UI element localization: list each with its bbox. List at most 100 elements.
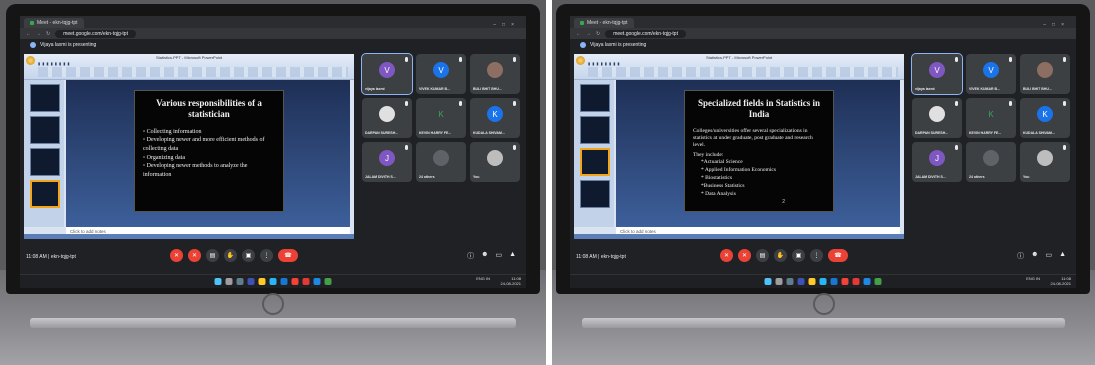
info-icon[interactable]: ⓘ (1017, 251, 1024, 261)
office-icon[interactable] (302, 278, 310, 285)
slide-thumbnail[interactable] (580, 180, 610, 208)
chat-icon[interactable]: ▭ (495, 251, 502, 261)
slide-canvas: Specialized fields in Statistics in Indi… (616, 80, 900, 227)
task-view-icon[interactable] (236, 278, 244, 285)
participant-tile-self[interactable]: You (470, 142, 520, 182)
participant-tile-others[interactable]: 24 others (966, 142, 1016, 182)
slide-thumbnail[interactable] (30, 148, 60, 176)
search-icon[interactable] (775, 278, 783, 285)
office-button[interactable] (576, 56, 585, 65)
participant-tile[interactable]: DARPAN SURESH... (362, 98, 412, 138)
task-view-icon[interactable] (786, 278, 794, 285)
ribbon-tabs[interactable]: ▮▮▮▮▮▮▮▮ (588, 61, 622, 66)
edge-icon[interactable] (819, 278, 827, 285)
excel-icon[interactable] (324, 278, 332, 285)
search-icon[interactable] (225, 278, 233, 285)
participant-tile[interactable]: Vvijaya laxmi (911, 53, 963, 95)
raise-hand-button[interactable]: ✋ (224, 249, 237, 262)
slide-bullet: Collecting information (143, 128, 275, 137)
more-options-button[interactable]: ⋮ (260, 249, 273, 262)
mic-toggle-button[interactable]: ✕ (720, 249, 733, 262)
slide-thumbnail[interactable] (30, 116, 60, 144)
participant-tile[interactable]: Vvijaya laxmi (361, 53, 413, 95)
participant-tile[interactable]: V VIVEK KUMAR B... (416, 54, 466, 94)
activities-icon[interactable]: ▲ (1059, 251, 1066, 261)
word-icon[interactable] (863, 278, 871, 285)
file-explorer-icon[interactable] (808, 278, 816, 285)
widgets-icon[interactable] (797, 278, 805, 285)
participant-tile[interactable]: K KUDALA SHIVAM... (470, 98, 520, 138)
camera-toggle-button[interactable]: ✕ (188, 249, 201, 262)
taskbar-clock[interactable]: 11:08 24-08-2021 (501, 276, 521, 287)
slide-thumbnail[interactable] (580, 116, 610, 144)
back-icon[interactable]: ← (576, 31, 581, 37)
reload-icon[interactable]: ↻ (596, 31, 600, 37)
file-explorer-icon[interactable] (258, 278, 266, 285)
language-indicator[interactable]: ENG IN (1026, 276, 1040, 282)
language-indicator[interactable]: ENG IN (476, 276, 490, 282)
slide-thumbnail-selected[interactable] (30, 180, 60, 208)
captions-button[interactable]: ▤ (206, 249, 219, 262)
end-call-button[interactable]: ☎ (278, 249, 298, 262)
window-controls[interactable]: –□× (1043, 22, 1076, 28)
slide-thumbnail[interactable] (580, 84, 610, 112)
participant-tile[interactable]: BULI BHIT BHU... (470, 54, 520, 94)
participant-tile[interactable]: DARPAN SURESH... (912, 98, 962, 138)
store-icon[interactable] (830, 278, 838, 285)
present-button[interactable]: ▣ (792, 249, 805, 262)
participant-tile[interactable]: J JALAM DIVITH S... (912, 142, 962, 182)
mic-toggle-button[interactable]: ✕ (170, 249, 183, 262)
chat-icon[interactable]: ▭ (1045, 251, 1052, 261)
slide[interactable]: Various responsibilities of a statistici… (134, 90, 284, 212)
info-icon[interactable]: ⓘ (467, 251, 474, 261)
browser-tab[interactable]: Meet - ekn-tqjg-tpt (574, 18, 634, 28)
ribbon-tools[interactable] (588, 67, 898, 77)
participant-tile-others[interactable]: 24 others (416, 142, 466, 182)
office-icon[interactable] (852, 278, 860, 285)
people-icon[interactable]: ☻ (1031, 251, 1038, 261)
participant-tile[interactable]: K KEVIN HARRY FE... (966, 98, 1016, 138)
captions-button[interactable]: ▤ (756, 249, 769, 262)
back-icon[interactable]: ← (26, 31, 31, 37)
word-icon[interactable] (313, 278, 321, 285)
camera-toggle-button[interactable]: ✕ (738, 249, 751, 262)
people-icon[interactable]: ☻ (481, 251, 488, 261)
taskbar-clock[interactable]: 11:08 24-08-2021 (1051, 276, 1071, 287)
forward-icon[interactable]: → (36, 31, 41, 37)
ribbon: Statistics.PPT - Microsoft PowerPoint ▮▮… (574, 54, 904, 80)
participant-tile[interactable]: J JALAM DIVITH S... (362, 142, 412, 182)
chrome-icon[interactable] (841, 278, 849, 285)
widgets-icon[interactable] (247, 278, 255, 285)
activities-icon[interactable]: ▲ (509, 251, 516, 261)
participant-tile-self[interactable]: You (1020, 142, 1070, 182)
browser-tab[interactable]: Meet - ekn-tqjg-tpt (24, 18, 84, 28)
participant-tile[interactable]: V VIVEK KUMAR B... (966, 54, 1016, 94)
office-button[interactable] (26, 56, 35, 65)
ribbon-tabs[interactable]: ▮▮▮▮▮▮▮▮ (38, 61, 72, 66)
window-controls[interactable]: –□× (493, 22, 526, 28)
avatar (1037, 150, 1053, 166)
url-input[interactable]: meet.google.com/ekn-tqjg-tpt (605, 29, 686, 38)
forward-icon[interactable]: → (586, 31, 591, 37)
avatar: V (379, 62, 395, 78)
url-input[interactable]: meet.google.com/ekn-tqjg-tpt (55, 29, 136, 38)
slide-thumbnail[interactable] (30, 84, 60, 112)
store-icon[interactable] (280, 278, 288, 285)
slide[interactable]: Specialized fields in Statistics in Indi… (684, 90, 834, 212)
excel-icon[interactable] (874, 278, 882, 285)
participant-tile[interactable]: K KEVIN HARRY FE... (416, 98, 466, 138)
slide-thumbnail-selected[interactable] (580, 148, 610, 176)
start-icon[interactable] (214, 278, 222, 285)
chrome-icon[interactable] (291, 278, 299, 285)
raise-hand-button[interactable]: ✋ (774, 249, 787, 262)
start-icon[interactable] (764, 278, 772, 285)
present-button[interactable]: ▣ (242, 249, 255, 262)
reload-icon[interactable]: ↻ (46, 31, 50, 37)
more-options-button[interactable]: ⋮ (810, 249, 823, 262)
participant-tile[interactable]: K KUDALA SHIVAM... (1020, 98, 1070, 138)
mic-icon (405, 145, 408, 150)
participant-tile[interactable]: BULI BHIT BHU... (1020, 54, 1070, 94)
ribbon-tools[interactable] (38, 67, 348, 77)
end-call-button[interactable]: ☎ (828, 249, 848, 262)
edge-icon[interactable] (269, 278, 277, 285)
